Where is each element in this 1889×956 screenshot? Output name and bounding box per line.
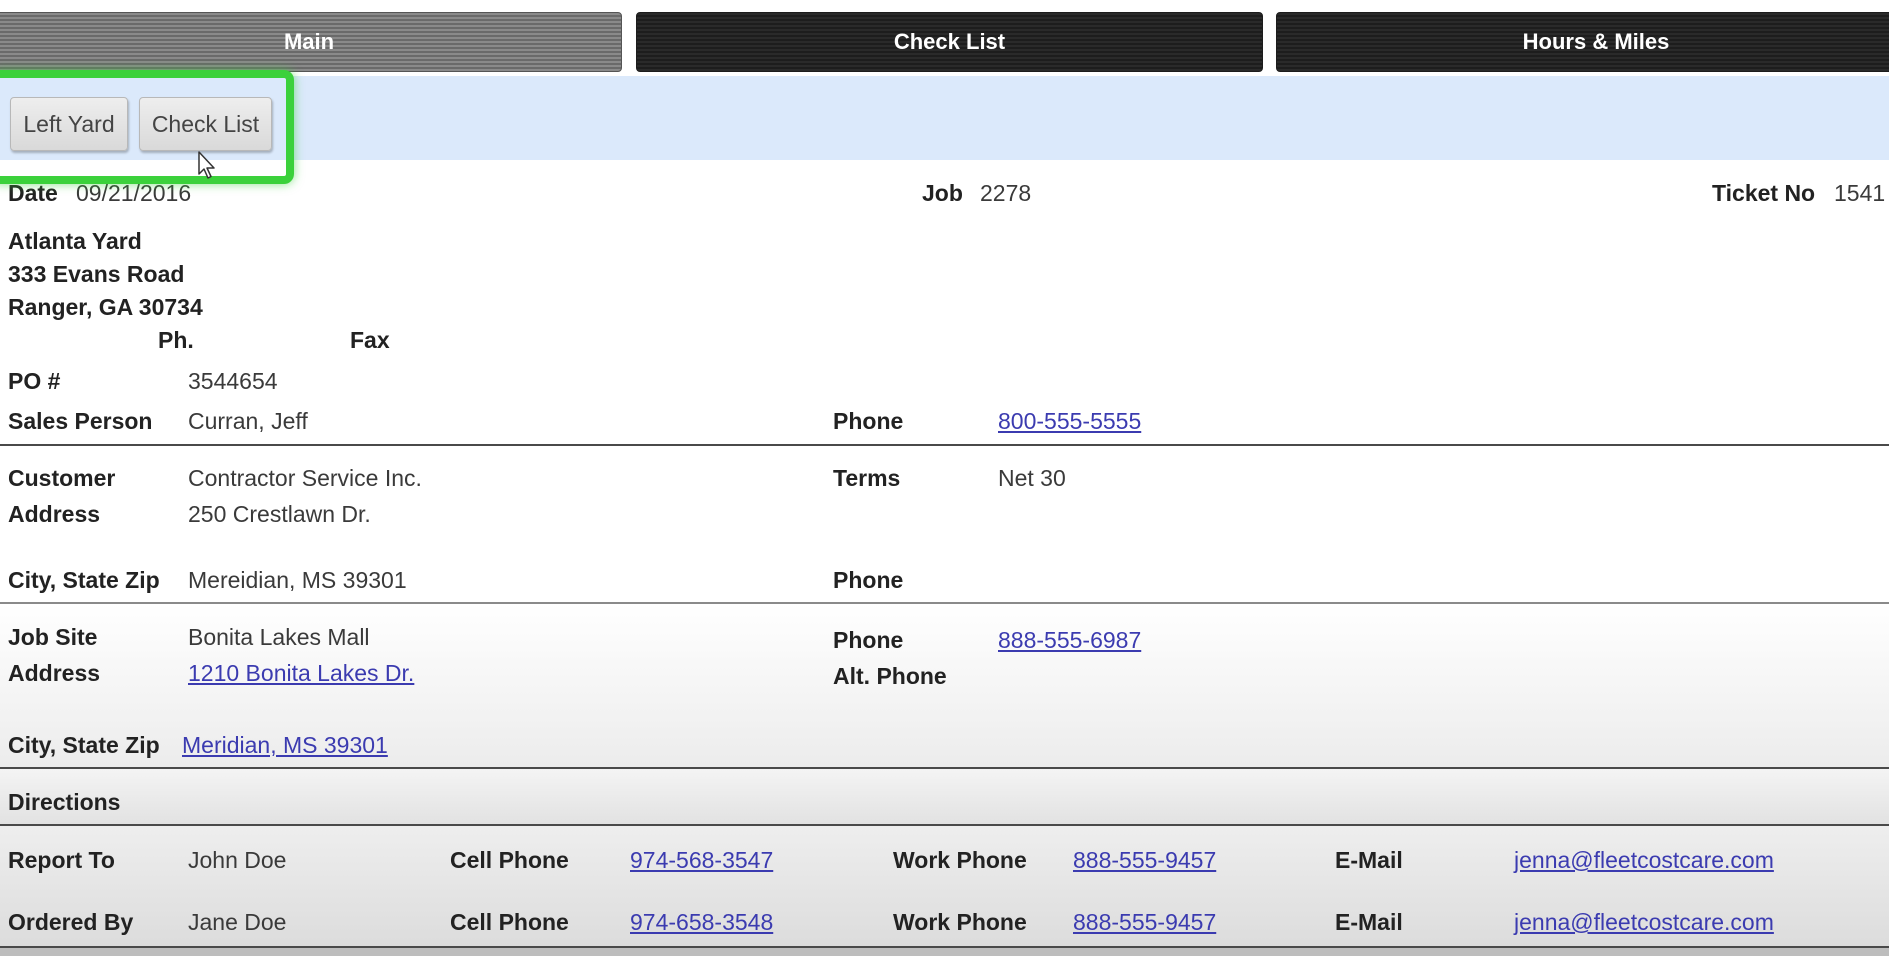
yard-city-state-zip: Ranger, GA 30734 [8,294,203,320]
directions-label: Directions [8,789,121,815]
terms-label: Terms [833,465,901,491]
report-to-work-link[interactable]: 888-555-9457 [1073,847,1216,874]
tab-hours-miles[interactable]: Hours & Miles [1276,12,1889,72]
report-to-work-label: Work Phone [893,847,1027,873]
tab-main[interactable]: Main [0,12,622,72]
tab-main-label: Main [283,29,335,54]
job-site-phone-label: Phone [833,627,904,653]
ticket-value: 1541 [1834,180,1886,206]
sales-person-label: Sales Person [8,408,153,434]
job-site-address-link[interactable]: 1210 Bonita Lakes Dr. [188,660,414,687]
highlight-frame [0,70,294,184]
customer-city-value: Mereidian, MS 39301 [188,567,407,593]
customer-address-label: Address [8,501,101,527]
tab-hours-miles-label: Hours & Miles [1522,29,1670,54]
divider [0,602,1889,604]
job-site-city-label: City, State Zip [8,732,160,758]
sales-phone-label: Phone [833,408,904,434]
report-to-cell-label: Cell Phone [450,847,569,873]
sales-phone-link[interactable]: 800-555-5555 [998,408,1141,435]
customer-value: Contractor Service Inc. [188,465,422,491]
report-to-email-link[interactable]: jenna@fleetcostcare.com [1514,847,1774,874]
tab-check-list-label: Check List [893,29,1006,54]
ordered-by-cell-link[interactable]: 974-658-3548 [630,909,773,936]
mouse-pointer-icon [197,150,219,185]
ordered-by-label: Ordered By [8,909,134,935]
customer-phone-label: Phone [833,567,904,593]
job-site-address-label: Address [8,660,101,686]
ordered-by-email-link[interactable]: jenna@fleetcostcare.com [1514,909,1774,936]
report-to-name: John Doe [188,847,287,873]
yard-name: Atlanta Yard [8,228,142,254]
ordered-by-email-label: E-Mail [1335,909,1403,935]
po-value: 3544654 [188,368,278,394]
bottom-edge [0,946,1889,956]
sales-person-value: Curran, Jeff [188,408,308,434]
customer-city-label: City, State Zip [8,567,160,593]
po-label: PO # [8,368,61,394]
ordered-by-work-link[interactable]: 888-555-9457 [1073,909,1216,936]
tab-check-list[interactable]: Check List [636,12,1263,72]
yard-street: 333 Evans Road [8,261,185,287]
alt-phone-label: Alt. Phone [833,663,947,689]
report-to-label: Report To [8,847,115,873]
job-value: 2278 [980,180,1032,206]
job-label: Job [922,180,963,206]
divider [0,444,1889,446]
ticket-label: Ticket No [1712,180,1816,206]
job-site-city-link[interactable]: Meridian, MS 39301 [182,732,388,759]
yard-fax-label: Fax [350,327,390,353]
terms-value: Net 30 [998,465,1066,491]
job-site-label: Job Site [8,624,98,650]
customer-address-value: 250 Crestlawn Dr. [188,501,371,527]
date-value: 09/21/2016 [76,180,192,206]
ordered-by-cell-label: Cell Phone [450,909,569,935]
ordered-by-name: Jane Doe [188,909,287,935]
yard-phone-label: Ph. [158,327,194,353]
job-site-value: Bonita Lakes Mall [188,624,370,650]
date-label: Date [8,180,58,206]
ordered-by-work-label: Work Phone [893,909,1027,935]
customer-label: Customer [8,465,116,491]
directions-section [0,769,1889,824]
report-to-email-label: E-Mail [1335,847,1403,873]
report-to-cell-link[interactable]: 974-568-3547 [630,847,773,874]
job-site-phone-link[interactable]: 888-555-6987 [998,627,1141,654]
